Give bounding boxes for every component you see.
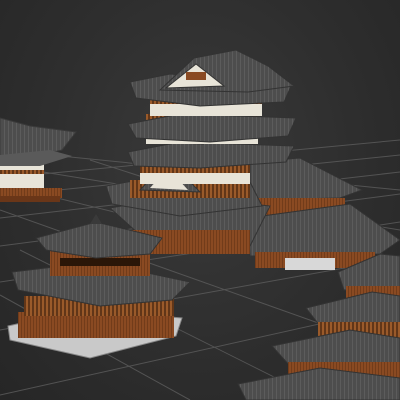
multi-tier-pagoda-right[interactable] xyxy=(237,253,400,400)
scene-canvas[interactable] xyxy=(0,0,400,400)
3d-viewport[interactable] xyxy=(0,0,400,400)
